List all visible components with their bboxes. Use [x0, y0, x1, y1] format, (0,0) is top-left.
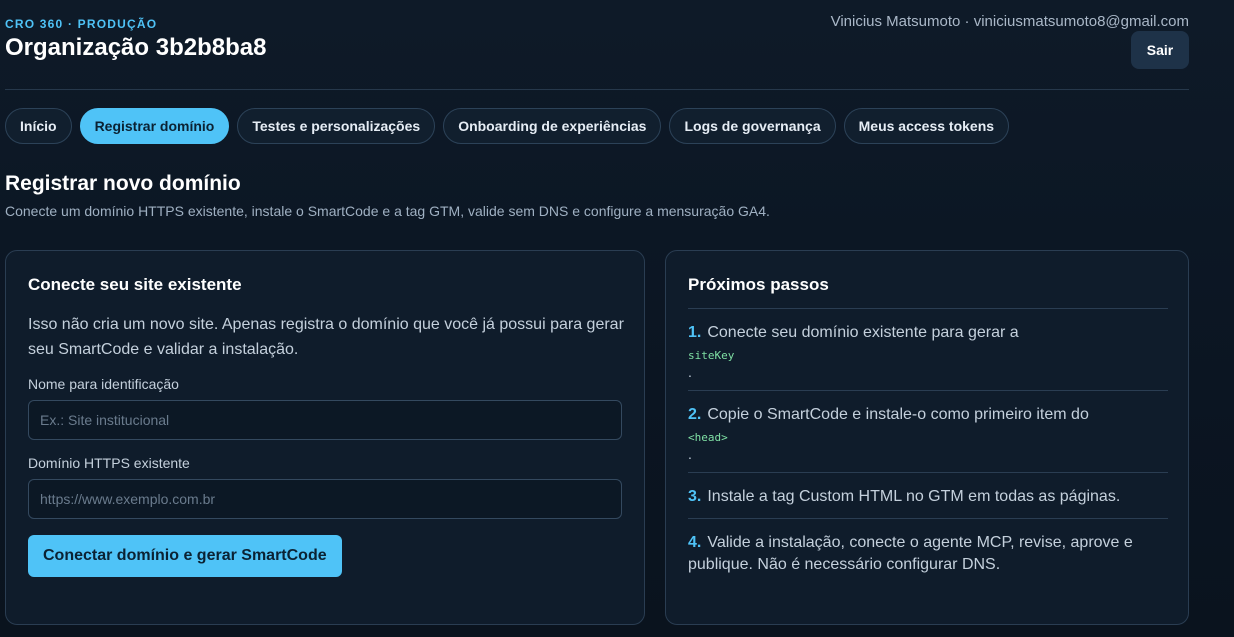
next-steps-title: Próximos passos — [688, 275, 829, 294]
step-code: <head> — [688, 431, 728, 444]
section-subtitle: Conecte um domínio HTTPS existente, inst… — [5, 203, 770, 219]
tab-onboarding-experiencias[interactable]: Onboarding de experiências — [443, 108, 662, 144]
connect-domain-button[interactable]: Conectar domínio e gerar SmartCode — [28, 535, 342, 577]
connect-site-card: Conecte seu site existente Isso não cria… — [5, 250, 645, 625]
domain-field-label: Domínio HTTPS existente — [28, 455, 190, 471]
step-item: 3. Instale a tag Custom HTML no GTM em to… — [688, 472, 1168, 518]
connect-card-description: Isso não cria um novo site. Apenas regis… — [28, 316, 624, 358]
step-item: 2. Copie o SmartCode e instale-o como pri… — [688, 390, 1168, 472]
step-text: Instale a tag Custom HTML no GTM em toda… — [707, 488, 1121, 505]
tab-registrar-dominio[interactable]: Registrar domínio — [79, 108, 230, 144]
step-tail: . — [688, 364, 692, 380]
step-text: Valide a instalação, conecte o agente MC… — [688, 534, 1133, 573]
step-text: Copie o SmartCode e instale-o como prime… — [707, 406, 1089, 423]
step-text: Conecte seu domínio existente para gerar… — [707, 324, 1019, 341]
app-root: CRO 360 · PRODUÇÃO Organização 3b2b8ba8 … — [5, 0, 1189, 625]
app-header: CRO 360 · PRODUÇÃO Organização 3b2b8ba8 … — [5, 0, 1189, 90]
logout-button[interactable]: Sair — [1131, 31, 1189, 69]
tab-inicio[interactable]: Início — [5, 108, 72, 144]
tab-logs-governanca[interactable]: Logs de governança — [669, 108, 836, 144]
tab-testes-personalizacoes[interactable]: Testes e personalizações — [237, 108, 436, 144]
step-number: 1. — [688, 324, 702, 341]
step-number: 3. — [688, 488, 702, 505]
step-number: 2. — [688, 406, 702, 423]
next-steps-card: Próximos passos 1. Conecte seu domínio ex… — [665, 250, 1189, 625]
step-code: siteKey — [688, 349, 735, 362]
step-item: 4. Valide a instalação, conecte o agente … — [688, 518, 1168, 586]
page-title: Organização 3b2b8ba8 — [5, 34, 267, 61]
step-number: 4. — [688, 534, 702, 551]
connect-card-title: Conecte seu site existente — [28, 275, 242, 294]
steps-list: 1. Conecte seu domínio existente para ger… — [688, 308, 1168, 586]
environment-label: CRO 360 · PRODUÇÃO — [5, 17, 158, 31]
nav-tabs: Início Registrar domínio Testes e person… — [5, 108, 1010, 144]
domain-input[interactable] — [28, 479, 622, 519]
section-title: Registrar novo domínio — [5, 172, 241, 195]
step-item: 1. Conecte seu domínio existente para ger… — [688, 308, 1168, 390]
user-info: Vinicius Matsumoto · viniciusmatsumoto8@… — [830, 13, 1189, 30]
name-input[interactable] — [28, 400, 622, 440]
tab-access-tokens[interactable]: Meus access tokens — [843, 108, 1010, 144]
name-field-label: Nome para identificação — [28, 376, 179, 392]
step-tail: . — [688, 446, 692, 462]
